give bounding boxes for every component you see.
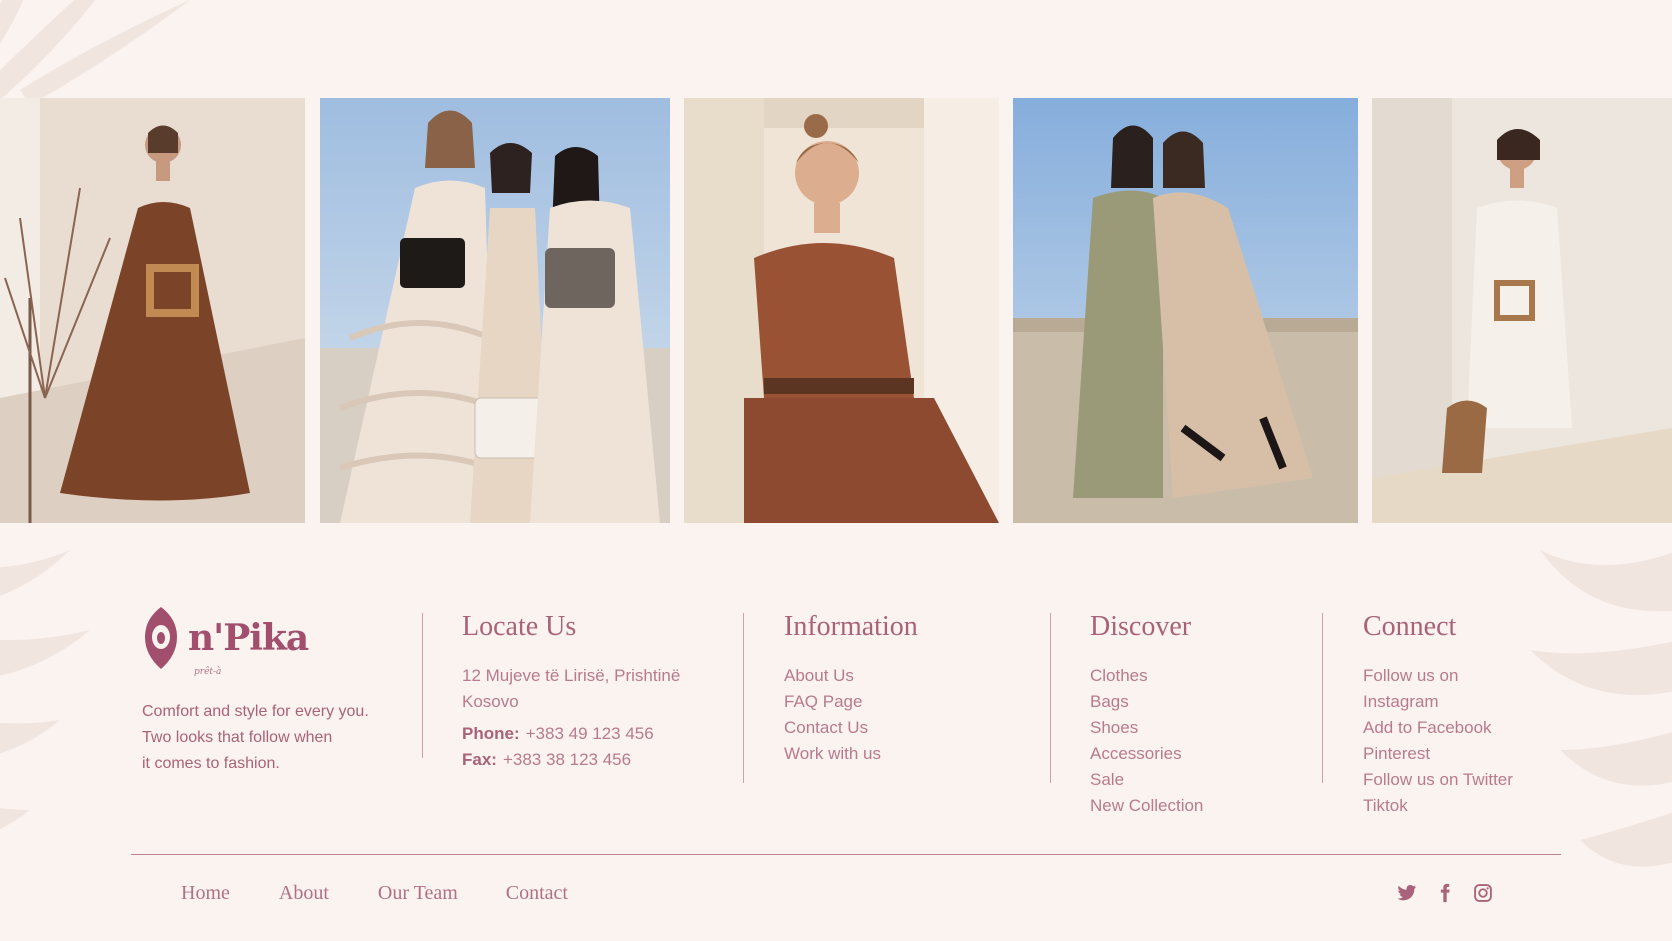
fax-value: +383 38 123 456 [502, 750, 632, 769]
gallery-photo[interactable] [0, 98, 305, 523]
footer-link-follow-us[interactable]: Follow us on [1363, 663, 1603, 689]
phone-label: Phone: [462, 724, 520, 743]
logo-tagline: prêt-à [194, 667, 222, 677]
footer-link-tiktok[interactable]: Tiktok [1363, 793, 1603, 819]
photo-gallery [0, 98, 1672, 523]
footer-link-shoes[interactable]: Shoes [1090, 715, 1320, 741]
nav-our-team[interactable]: Our Team [378, 882, 458, 905]
bottom-nav: Home About Our Team Contact [181, 882, 568, 905]
phone-row: Phone: +383 49 123 456 [462, 721, 722, 747]
information-title: Information [784, 611, 918, 642]
column-divider [743, 613, 744, 783]
footer-divider [131, 854, 1561, 855]
footer-link-about-us[interactable]: About Us [784, 663, 1024, 689]
twitter-icon[interactable] [1397, 883, 1417, 903]
locate-title: Locate Us [462, 611, 577, 642]
footer-link-accessories[interactable]: Accessories [1090, 741, 1320, 767]
footer-link-new-collection[interactable]: New Collection [1090, 793, 1320, 819]
gallery-photo[interactable] [1372, 98, 1672, 523]
footer-link-clothes[interactable]: Clothes [1090, 663, 1320, 689]
footer-link-bags[interactable]: Bags [1090, 689, 1320, 715]
connect-title: Connect [1363, 611, 1457, 642]
footer-link-sale[interactable]: Sale [1090, 767, 1320, 793]
logo[interactable]: n'Pika [142, 605, 392, 671]
nav-home[interactable]: Home [181, 882, 230, 905]
fax-row: Fax: +383 38 123 456 [462, 747, 722, 773]
gallery-photo[interactable] [320, 98, 670, 523]
footer-link-pinterest[interactable]: Pinterest [1363, 741, 1603, 767]
nav-contact[interactable]: Contact [506, 882, 568, 905]
phone-value[interactable]: +383 49 123 456 [526, 724, 654, 743]
column-divider [1050, 613, 1051, 783]
discover-column: Discover Clothes Bags Shoes Accessories … [1090, 600, 1320, 819]
information-column: Information About Us FAQ Page Contact Us… [784, 600, 1024, 767]
instagram-icon[interactable] [1473, 883, 1493, 903]
brand-column: n'Pika prêt-à Comfort and style for ever… [142, 600, 392, 777]
footer-link-work-with-us[interactable]: Work with us [784, 741, 1024, 767]
column-divider [1322, 613, 1323, 783]
gallery-photo[interactable] [1013, 98, 1358, 523]
footer-link-instagram[interactable]: Instagram [1363, 689, 1603, 715]
address-line: 12 Mujeve të Lirisë, Prishtinë [462, 666, 681, 685]
address-line: Kosovo [462, 692, 519, 711]
footer-link-contact-us[interactable]: Contact Us [784, 715, 1024, 741]
column-divider [422, 613, 423, 758]
locate-column: Locate Us 12 Mujeve të Lirisë, Prishtinë… [462, 600, 722, 773]
palm-shadow-decoration [0, 0, 190, 100]
social-icons [1397, 883, 1493, 903]
footer-link-twitter[interactable]: Follow us on Twitter [1363, 767, 1603, 793]
brand-description: Comfort and style for every you. Two loo… [142, 703, 369, 772]
connect-column: Connect Follow us on Instagram Add to Fa… [1363, 600, 1603, 819]
logo-wordmark: n'Pika [188, 617, 309, 659]
gallery-photo[interactable] [684, 98, 999, 523]
discover-title: Discover [1090, 611, 1192, 642]
fax-label: Fax: [462, 750, 497, 769]
facebook-icon[interactable] [1435, 883, 1455, 903]
palm-shadow-decoration [0, 550, 90, 829]
nav-about[interactable]: About [279, 882, 329, 905]
logo-mark-icon [145, 607, 177, 669]
footer-link-faq[interactable]: FAQ Page [784, 689, 1024, 715]
footer-link-facebook[interactable]: Add to Facebook [1363, 715, 1603, 741]
